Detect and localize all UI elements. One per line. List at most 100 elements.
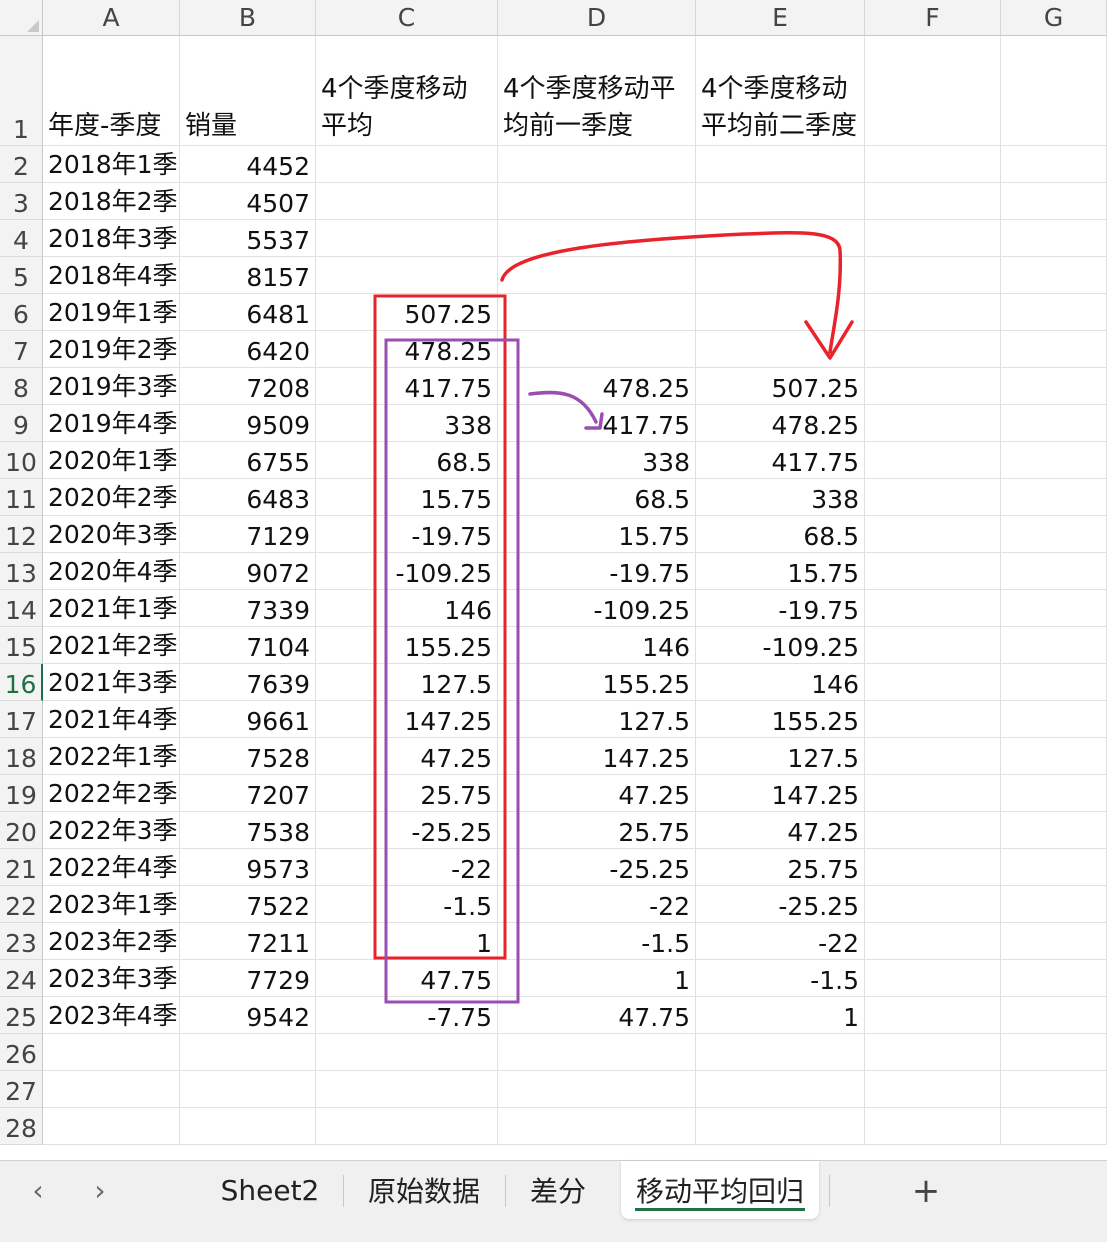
- cell-b18[interactable]: 7528: [180, 738, 316, 775]
- column-header-b[interactable]: B: [180, 0, 316, 36]
- header-cell-f[interactable]: [865, 36, 1001, 146]
- row-header-1[interactable]: 1: [0, 36, 43, 146]
- cell-c19[interactable]: 25.75: [316, 775, 498, 812]
- cell-b27[interactable]: [180, 1071, 316, 1108]
- cell-b13[interactable]: 9072: [180, 553, 316, 590]
- cell-b7[interactable]: 6420: [180, 331, 316, 368]
- cell-g21[interactable]: [1001, 849, 1107, 886]
- cell-d19[interactable]: 47.25: [498, 775, 696, 812]
- cell-a26[interactable]: [43, 1034, 180, 1071]
- cell-b22[interactable]: 7522: [180, 886, 316, 923]
- row-header-16[interactable]: 16: [0, 664, 43, 701]
- tab-moving-average-regression[interactable]: 移动平均回归: [621, 1161, 819, 1219]
- cell-d7[interactable]: [498, 331, 696, 368]
- cell-c3[interactable]: [316, 183, 498, 220]
- cell-b10[interactable]: 6755: [180, 442, 316, 479]
- cell-e23[interactable]: -22: [696, 923, 865, 960]
- row-header-17[interactable]: 17: [0, 701, 43, 738]
- cell-e11[interactable]: 338: [696, 479, 865, 516]
- cell-d12[interactable]: 15.75: [498, 516, 696, 553]
- cell-e6[interactable]: [696, 294, 865, 331]
- cell-a20[interactable]: 2022年3季: [43, 812, 180, 849]
- cell-e3[interactable]: [696, 183, 865, 220]
- next-sheet-chevron-icon[interactable]: ›: [80, 1171, 120, 1211]
- cell-d8[interactable]: 478.25: [498, 368, 696, 405]
- cell-d16[interactable]: 155.25: [498, 664, 696, 701]
- cell-f25[interactable]: [865, 997, 1001, 1034]
- cell-d20[interactable]: 25.75: [498, 812, 696, 849]
- cell-g14[interactable]: [1001, 590, 1107, 627]
- tab-sheet2[interactable]: Sheet2: [210, 1161, 330, 1219]
- row-header-21[interactable]: 21: [0, 849, 43, 886]
- cell-b19[interactable]: 7207: [180, 775, 316, 812]
- cell-a23[interactable]: 2023年2季: [43, 923, 180, 960]
- cell-c18[interactable]: 47.25: [316, 738, 498, 775]
- add-sheet-button[interactable]: +: [904, 1171, 948, 1211]
- cell-b28[interactable]: [180, 1108, 316, 1145]
- cell-e7[interactable]: [696, 331, 865, 368]
- header-cell-d[interactable]: 4个季度移动平均前一季度: [498, 36, 696, 146]
- cell-c28[interactable]: [316, 1108, 498, 1145]
- cell-a4[interactable]: 2018年3季: [43, 220, 180, 257]
- cell-a22[interactable]: 2023年1季: [43, 886, 180, 923]
- cell-a7[interactable]: 2019年2季: [43, 331, 180, 368]
- row-header-4[interactable]: 4: [0, 220, 43, 257]
- cell-a18[interactable]: 2022年1季: [43, 738, 180, 775]
- cell-g17[interactable]: [1001, 701, 1107, 738]
- cell-g23[interactable]: [1001, 923, 1107, 960]
- cell-g27[interactable]: [1001, 1071, 1107, 1108]
- row-header-19[interactable]: 19: [0, 775, 43, 812]
- cell-a24[interactable]: 2023年3季: [43, 960, 180, 997]
- cell-e22[interactable]: -25.25: [696, 886, 865, 923]
- cell-b16[interactable]: 7639: [180, 664, 316, 701]
- cell-d21[interactable]: -25.25: [498, 849, 696, 886]
- column-header-a[interactable]: A: [43, 0, 180, 36]
- cell-d13[interactable]: -19.75: [498, 553, 696, 590]
- cell-a9[interactable]: 2019年4季: [43, 405, 180, 442]
- cell-e15[interactable]: -109.25: [696, 627, 865, 664]
- row-header-5[interactable]: 5: [0, 257, 43, 294]
- cell-b17[interactable]: 9661: [180, 701, 316, 738]
- spreadsheet-grid[interactable]: ABCDEFG 1 2 3 4 5 6 7 8 9 10 11 12 13 14 15 16 17 18 19 20 2…: [0, 0, 1107, 1160]
- cell-g2[interactable]: [1001, 146, 1107, 183]
- cell-c12[interactable]: -19.75: [316, 516, 498, 553]
- row-header-13[interactable]: 13: [0, 553, 43, 590]
- cell-g22[interactable]: [1001, 886, 1107, 923]
- cell-g5[interactable]: [1001, 257, 1107, 294]
- cell-g15[interactable]: [1001, 627, 1107, 664]
- cell-c4[interactable]: [316, 220, 498, 257]
- cell-g10[interactable]: [1001, 442, 1107, 479]
- cell-a3[interactable]: 2018年2季: [43, 183, 180, 220]
- header-cell-b[interactable]: 销量: [180, 36, 316, 146]
- cell-a11[interactable]: 2020年2季: [43, 479, 180, 516]
- cell-e4[interactable]: [696, 220, 865, 257]
- cell-b2[interactable]: 4452: [180, 146, 316, 183]
- cell-a6[interactable]: 2019年1季: [43, 294, 180, 331]
- cell-g28[interactable]: [1001, 1108, 1107, 1145]
- cell-b11[interactable]: 6483: [180, 479, 316, 516]
- cell-c23[interactable]: 1: [316, 923, 498, 960]
- cell-d28[interactable]: [498, 1108, 696, 1145]
- cell-g24[interactable]: [1001, 960, 1107, 997]
- cell-b25[interactable]: 9542: [180, 997, 316, 1034]
- cell-g8[interactable]: [1001, 368, 1107, 405]
- cell-e12[interactable]: 68.5: [696, 516, 865, 553]
- cell-e20[interactable]: 47.25: [696, 812, 865, 849]
- cell-e27[interactable]: [696, 1071, 865, 1108]
- cell-e19[interactable]: 147.25: [696, 775, 865, 812]
- cell-c9[interactable]: 338: [316, 405, 498, 442]
- cell-b23[interactable]: 7211: [180, 923, 316, 960]
- row-header-24[interactable]: 24: [0, 960, 43, 997]
- cell-a2[interactable]: 2018年1季: [43, 146, 180, 183]
- cell-d24[interactable]: 1: [498, 960, 696, 997]
- cell-e8[interactable]: 507.25: [696, 368, 865, 405]
- cell-e2[interactable]: [696, 146, 865, 183]
- column-header-f[interactable]: F: [865, 0, 1001, 36]
- cell-b4[interactable]: 5537: [180, 220, 316, 257]
- column-header-g[interactable]: G: [1001, 0, 1107, 36]
- row-header-20[interactable]: 20: [0, 812, 43, 849]
- cell-f9[interactable]: [865, 405, 1001, 442]
- cell-a13[interactable]: 2020年4季: [43, 553, 180, 590]
- cell-e9[interactable]: 478.25: [696, 405, 865, 442]
- row-header-28[interactable]: 28: [0, 1108, 43, 1145]
